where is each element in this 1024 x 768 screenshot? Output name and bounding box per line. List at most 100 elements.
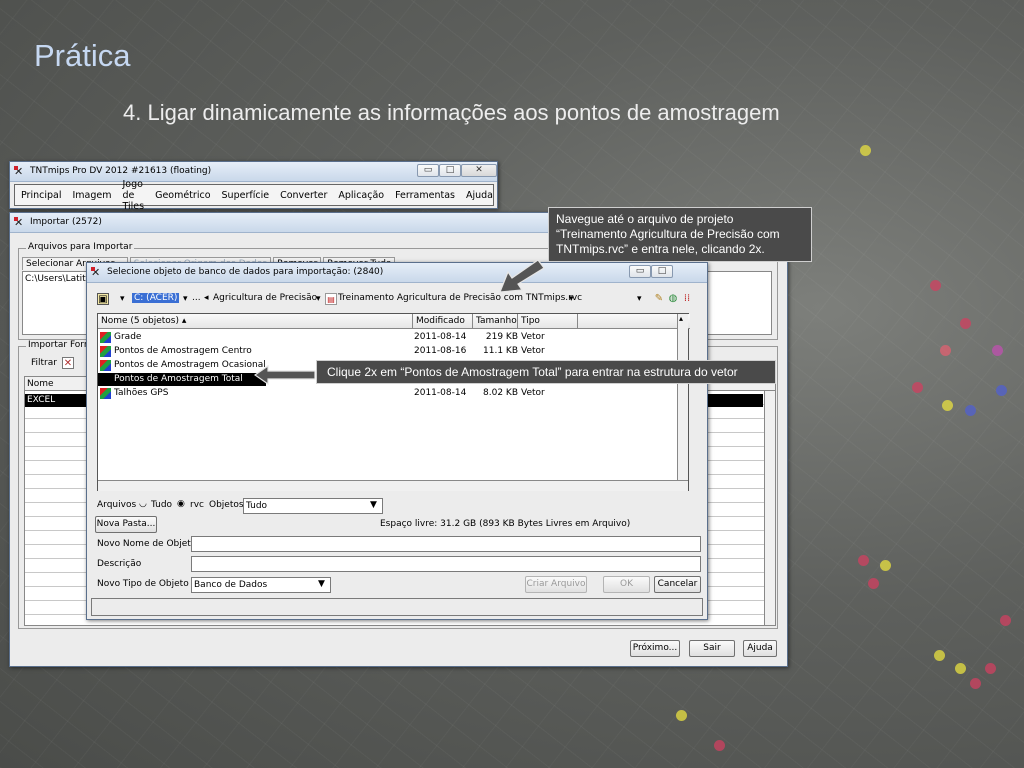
menu-imagem[interactable]: Imagem (72, 190, 111, 201)
chevron-down-icon[interactable]: ▾ (569, 294, 574, 304)
breadcrumb-ellipsis[interactable]: ... (192, 293, 201, 303)
list-item-modified: 2011-08-14 (414, 388, 467, 398)
import-path-text: C:\Users\Latitu (25, 274, 92, 284)
list-item-name: Grade (114, 332, 142, 342)
map-dot (880, 560, 891, 571)
breadcrumb-folder[interactable]: Agricultura de Precisão (213, 293, 317, 303)
menu-superficie[interactable]: Superfície (222, 190, 270, 201)
description-label: Descrição (97, 559, 142, 569)
column-header-name[interactable]: Nome (5 objetos) ▴ (98, 314, 413, 329)
select-dialog-titlebar[interactable]: ✕ Selecione objeto de banco de dados par… (87, 263, 707, 283)
drive-dropdown-arrow-icon[interactable]: ▾ (120, 294, 125, 304)
object-file-list[interactable]: Nome (5 objetos) ▴ Modificado Tamanho Ti… (97, 313, 690, 491)
menu-geometrico[interactable]: Geométrico (155, 190, 210, 201)
map-dot (934, 650, 945, 661)
new-object-name-label: Novo Nome de Objeto (97, 539, 197, 549)
new-object-type-select[interactable]: Banco de Dados ▼ (191, 577, 331, 593)
callout-double-click: Clique 2x em “Pontos de Amostragem Total… (316, 360, 776, 384)
slide-subtitle: 4. Ligar dinamicamente as informações ao… (123, 100, 780, 125)
ok-button[interactable]: OK (603, 576, 650, 593)
radio-all-icon[interactable]: ◡ (139, 499, 147, 509)
chevron-left-icon: ◂ (204, 293, 209, 303)
column-header-modified[interactable]: Modificado (413, 314, 473, 329)
breadcrumb-project[interactable]: Treinamento Agricultura de Precisão com … (338, 293, 582, 303)
map-dot (930, 280, 941, 291)
new-object-name-input[interactable] (191, 536, 701, 552)
list-item-name: Pontos de Amostragem Centro (114, 346, 252, 356)
radio-rvc-label[interactable]: rvc (190, 500, 204, 510)
objects-select-value: Tudo (246, 501, 268, 511)
maximize-icon[interactable]: □ (651, 265, 673, 278)
select-object-dialog: ✕ Selecione objeto de banco de dados par… (86, 262, 708, 620)
column-header-type[interactable]: Tipo (518, 314, 578, 329)
menu-principal[interactable]: Principal (21, 190, 61, 201)
file-list-hscrollbar[interactable] (98, 480, 688, 491)
menu-aplicacao[interactable]: Aplicação (338, 190, 384, 201)
chevron-down-icon[interactable]: ▾ (316, 294, 321, 304)
main-window: ✕ TNTmips Pro DV 2012 #21613 (floating) … (9, 161, 498, 212)
list-item-type: Vetor (521, 388, 545, 398)
map-dot (985, 663, 996, 674)
filter-icon[interactable]: ✕ (62, 357, 74, 369)
menu-ajuda[interactable]: Ajuda (466, 190, 493, 201)
pencil-icon[interactable]: ✎ (653, 293, 665, 305)
list-item-type: Vetor (521, 346, 545, 356)
menu-ferramentas[interactable]: Ferramentas (395, 190, 455, 201)
folder-up-icon[interactable]: ▣ (97, 293, 109, 305)
menu-jogo-de-tiles[interactable]: Jogo de Tiles (123, 179, 145, 212)
map-dot (1000, 615, 1011, 626)
close-icon[interactable]: ✕ (461, 164, 497, 177)
minimize-icon[interactable]: ▭ (417, 164, 439, 177)
list-item-size: 219 KB (485, 332, 518, 342)
path-dropdown-arrow-icon[interactable]: ▾ (637, 294, 642, 304)
list-item-name: Talhões GPS (114, 388, 169, 398)
next-button[interactable]: Próximo... (630, 640, 680, 657)
files-label: Arquivos (97, 500, 137, 510)
radio-all-label[interactable]: Tudo (151, 500, 172, 510)
grid-icon[interactable]: ⁞⁞ (681, 293, 693, 305)
status-bar (91, 598, 703, 616)
list-item-type: Vetor (521, 332, 545, 342)
new-object-type-value: Banco de Dados (194, 580, 268, 590)
minimize-icon[interactable]: ▭ (629, 265, 651, 278)
create-file-button[interactable]: Criar Arquivo (525, 576, 587, 593)
tntmips-app-icon: ✕ (14, 166, 26, 178)
format-row-excel: EXCEL (27, 395, 56, 405)
new-folder-button[interactable]: Nova Pasta... (95, 516, 157, 533)
radio-rvc-icon[interactable]: ◉ (177, 499, 185, 509)
new-object-type-label: Novo Tipo de Objeto (97, 579, 189, 589)
cancel-button[interactable]: Cancelar (654, 576, 701, 593)
format-column-name: Nome (27, 379, 54, 389)
list-item[interactable]: Grade 2011-08-14 219 KB Vetor (98, 331, 690, 344)
list-item[interactable]: Pontos de Amostragem Centro 2011-08-16 1… (98, 345, 690, 358)
objects-select[interactable]: Tudo ▼ (243, 498, 383, 514)
chevron-down-icon[interactable]: ▾ (183, 294, 188, 304)
slide-title: Prática (34, 38, 131, 73)
rvc-file-icon: ▤ (325, 293, 337, 305)
map-dot (960, 318, 971, 329)
column-header-size[interactable]: Tamanho (473, 314, 518, 329)
breadcrumb-drive[interactable]: C: (ACER) (132, 293, 180, 303)
filter-label: Filtrar (31, 358, 57, 368)
free-space-text: Espaço livre: 31.2 GB (893 KB Bytes Livr… (380, 519, 631, 529)
format-table-scrollbar[interactable] (764, 391, 775, 625)
select-dialog-title: Selecione objeto de banco de dados para … (107, 267, 384, 277)
scroll-up-icon[interactable]: ▴ (679, 314, 683, 323)
list-item[interactable]: Talhões GPS 2011-08-14 8.02 KB Vetor (98, 387, 690, 400)
exit-button[interactable]: Sair (689, 640, 735, 657)
map-dot (940, 345, 951, 356)
globe-icon[interactable]: ◍ (667, 293, 679, 305)
list-item-size: 11.1 KB (483, 346, 518, 356)
main-menubar: Principal Imagem Jogo de Tiles Geométric… (14, 179, 494, 212)
tntmips-app-icon: ✕ (14, 217, 26, 229)
file-list-scrollbar[interactable]: ▴ (677, 314, 688, 480)
menu-converter[interactable]: Converter (280, 190, 327, 201)
description-input[interactable] (191, 556, 701, 572)
callout-double-click-text: Clique 2x em “Pontos de Amostragem Total… (327, 365, 738, 379)
files-to-import-label: Arquivos para Importar (26, 242, 135, 252)
map-dot (860, 145, 871, 156)
maximize-icon[interactable]: □ (439, 164, 461, 177)
list-item-name: Pontos de Amostragem Total (98, 373, 266, 386)
main-window-titlebar[interactable]: ✕ TNTmips Pro DV 2012 #21613 (floating) … (10, 162, 497, 182)
help-button[interactable]: Ajuda (743, 640, 777, 657)
